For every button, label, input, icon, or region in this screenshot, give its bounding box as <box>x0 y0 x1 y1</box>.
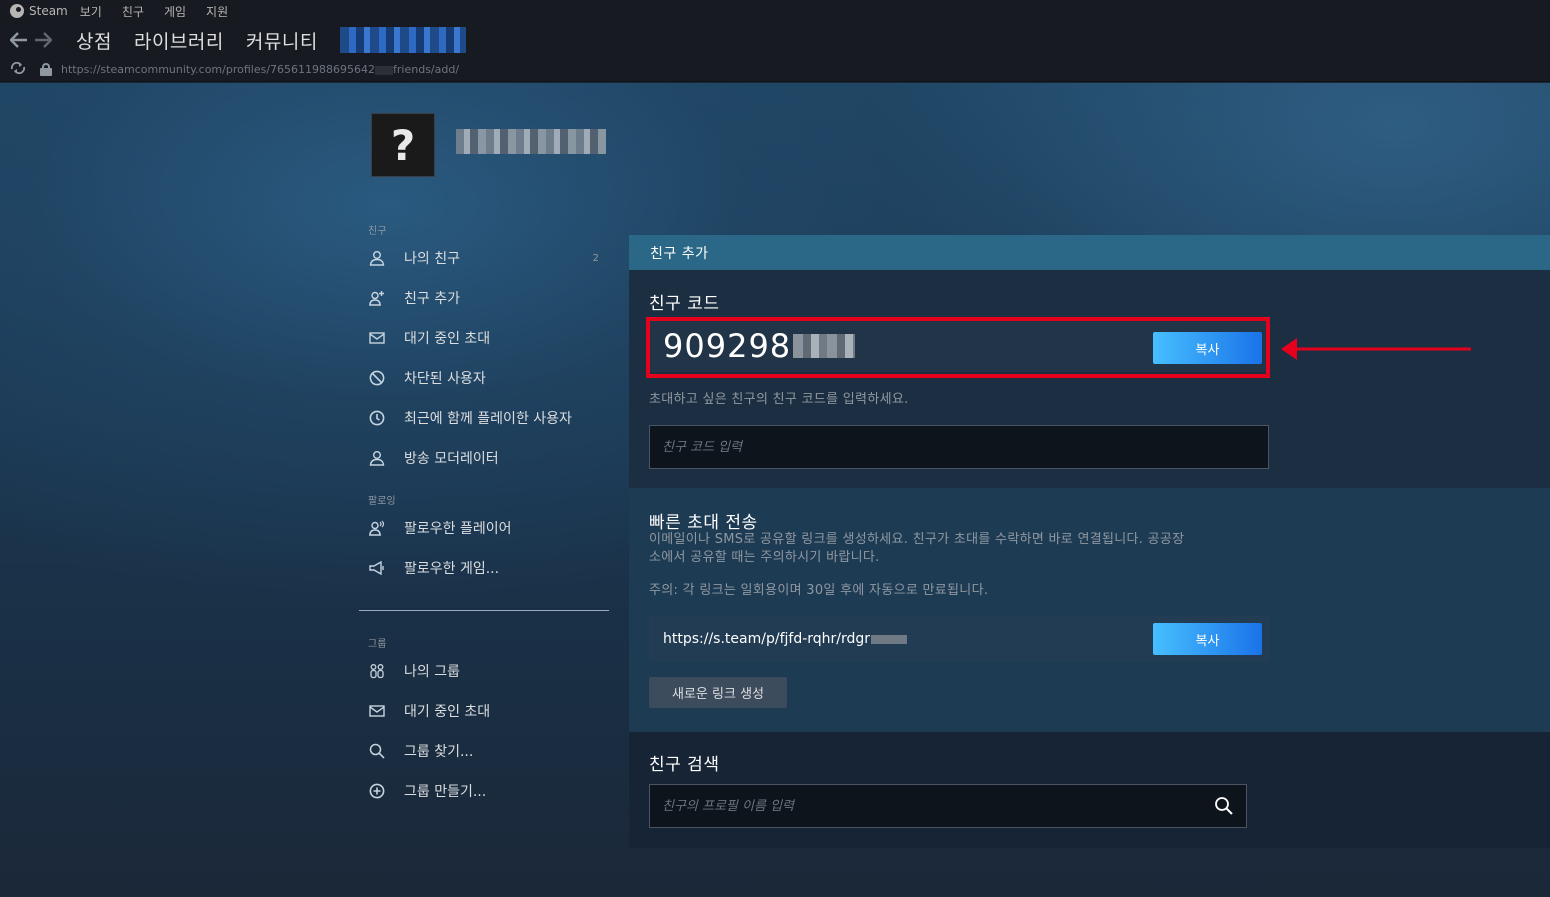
sidebar-item-recently-played[interactable]: 최근에 함께 플레이한 사용자 <box>359 398 609 438</box>
avatar-placeholder-icon: ? <box>390 120 416 170</box>
red-arrow-annotation <box>1281 338 1471 360</box>
quick-invite-note: 주의: 각 링크는 일회용이며 30일 후에 자동으로 만료됩니다. <box>649 583 989 598</box>
sidebar-item-pending-invites[interactable]: 대기 중인 초대 <box>359 318 609 358</box>
envelope-icon <box>368 329 386 347</box>
invite-link-text[interactable]: https://s.team/p/fjfd-rqhr/rdgr <box>663 631 908 647</box>
sidebar-item-label: 팔로우한 게임... <box>404 561 500 577</box>
generate-link-button[interactable]: 새로운 링크 생성 <box>649 677 787 708</box>
url-bar: https://steamcommunity.com/profiles/7656… <box>0 58 1550 82</box>
sidebar-item-broadcast-moderators[interactable]: 방송 모더레이터 <box>359 438 609 478</box>
sidebar-item-my-groups[interactable]: 나의 그룹 <box>359 651 609 691</box>
steam-menu[interactable]: Steam <box>0 4 68 18</box>
add-person-icon <box>368 289 386 307</box>
back-arrow-icon[interactable] <box>8 29 30 51</box>
forward-arrow-icon[interactable] <box>32 29 54 51</box>
profile-name-redacted[interactable] <box>456 129 606 154</box>
sidebar-divider <box>359 610 609 611</box>
sidebar-item-my-friends[interactable]: 나의 친구 2 <box>359 238 609 278</box>
sidebar-item-label: 나의 그룹 <box>404 664 460 680</box>
copy-friend-code-button[interactable]: 복사 <box>1153 332 1262 364</box>
group-icon <box>368 662 386 680</box>
follow-person-icon <box>368 519 386 537</box>
block-icon <box>368 369 386 387</box>
nav-community[interactable]: 커뮤니티 <box>246 27 318 54</box>
refresh-icon[interactable] <box>10 61 26 78</box>
nav-library[interactable]: 라이브러리 <box>134 27 224 54</box>
add-friend-header: 친구 추가 <box>629 235 1550 270</box>
nav-bar: 상점 라이브러리 커뮤니티 <box>0 22 1550 58</box>
menu-games[interactable]: 게임 <box>164 3 186 20</box>
sidebar-item-label: 방송 모더레이터 <box>404 451 499 467</box>
friend-code-input[interactable] <box>662 426 1268 468</box>
sidebar-section-following: 팔로잉 <box>368 496 396 507</box>
clock-icon <box>368 409 386 427</box>
steam-menu-label: Steam <box>29 4 68 18</box>
quick-invite-description: 이메일이나 SMS로 공유할 링크를 생성하세요. 친구가 초대를 수락하면 바… <box>649 532 1185 565</box>
friend-code-panel: 친구 코드 909298 복사 초대하고 싶은 친구의 친구 코드를 입력하세요… <box>629 270 1550 488</box>
person-icon <box>368 449 386 467</box>
quick-invite-title: 빠른 초대 전송 <box>649 513 758 533</box>
sidebar-item-group-invites[interactable]: 대기 중인 초대 <box>359 691 609 731</box>
menu-friends[interactable]: 친구 <box>122 3 144 20</box>
friends-count: 2 <box>592 252 599 264</box>
friend-code-help: 초대하고 싶은 친구의 친구 코드를 입력하세요. <box>649 392 909 407</box>
nav-username-redacted[interactable] <box>339 27 466 53</box>
envelope-icon <box>368 702 386 720</box>
person-icon <box>368 249 386 267</box>
menu-view[interactable]: 보기 <box>80 3 102 20</box>
sidebar-item-label: 친구 추가 <box>404 291 460 307</box>
copy-invite-link-button[interactable]: 복사 <box>1153 623 1262 655</box>
friend-code-title: 친구 코드 <box>649 294 720 314</box>
sidebar-item-label: 최근에 함께 플레이한 사용자 <box>404 411 572 427</box>
menu-support[interactable]: 지원 <box>206 3 228 20</box>
sidebar-item-add-friend[interactable]: 친구 추가 <box>359 278 609 318</box>
friend-search-input-wrapper <box>649 784 1247 828</box>
quick-invite-panel: 빠른 초대 전송 이메일이나 SMS로 공유할 링크를 생성하세요. 친구가 초… <box>629 488 1550 732</box>
plus-circle-icon <box>368 782 386 800</box>
sidebar-item-create-group[interactable]: 그룹 만들기... <box>359 771 609 811</box>
sidebar-item-label: 대기 중인 초대 <box>404 704 491 720</box>
sidebar-item-followed-games[interactable]: 팔로우한 게임... <box>359 548 609 588</box>
sidebar-item-label: 그룹 만들기... <box>404 784 487 800</box>
friend-search-input[interactable] <box>662 785 1202 827</box>
nav-store[interactable]: 상점 <box>76 27 112 54</box>
sidebar-section-friends: 친구 <box>368 226 387 237</box>
friend-code-input-wrapper <box>649 425 1269 469</box>
search-icon <box>368 742 386 760</box>
sidebar: 친구 나의 친구 2 친구 추가 대기 중인 초대 차단된 사용자 최근에 함께… <box>359 222 609 811</box>
megaphone-icon <box>368 559 386 577</box>
friend-code-value: 909298 <box>663 327 792 365</box>
lock-icon <box>40 63 52 76</box>
menu-bar: Steam 보기 친구 게임 지원 <box>0 0 1550 22</box>
search-icon[interactable] <box>1214 796 1234 820</box>
sidebar-item-followed-players[interactable]: 팔로우한 플레이어 <box>359 508 609 548</box>
friend-search-panel: 친구 검색 <box>629 732 1550 848</box>
sidebar-item-label: 팔로우한 플레이어 <box>404 521 512 537</box>
sidebar-item-find-groups[interactable]: 그룹 찾기... <box>359 731 609 771</box>
friend-search-title: 친구 검색 <box>649 755 720 775</box>
sidebar-item-label: 그룹 찾기... <box>404 744 474 760</box>
sidebar-item-label: 나의 친구 <box>404 251 460 267</box>
sidebar-item-label: 차단된 사용자 <box>404 371 486 387</box>
friend-code-redacted <box>793 334 856 358</box>
sidebar-section-groups: 그룹 <box>368 639 387 650</box>
sidebar-item-blocked[interactable]: 차단된 사용자 <box>359 358 609 398</box>
url-text[interactable]: https://steamcommunity.com/profiles/7656… <box>61 63 459 76</box>
profile-avatar[interactable]: ? <box>371 113 435 177</box>
sidebar-item-label: 대기 중인 초대 <box>404 331 491 347</box>
steam-logo-icon <box>10 4 24 18</box>
